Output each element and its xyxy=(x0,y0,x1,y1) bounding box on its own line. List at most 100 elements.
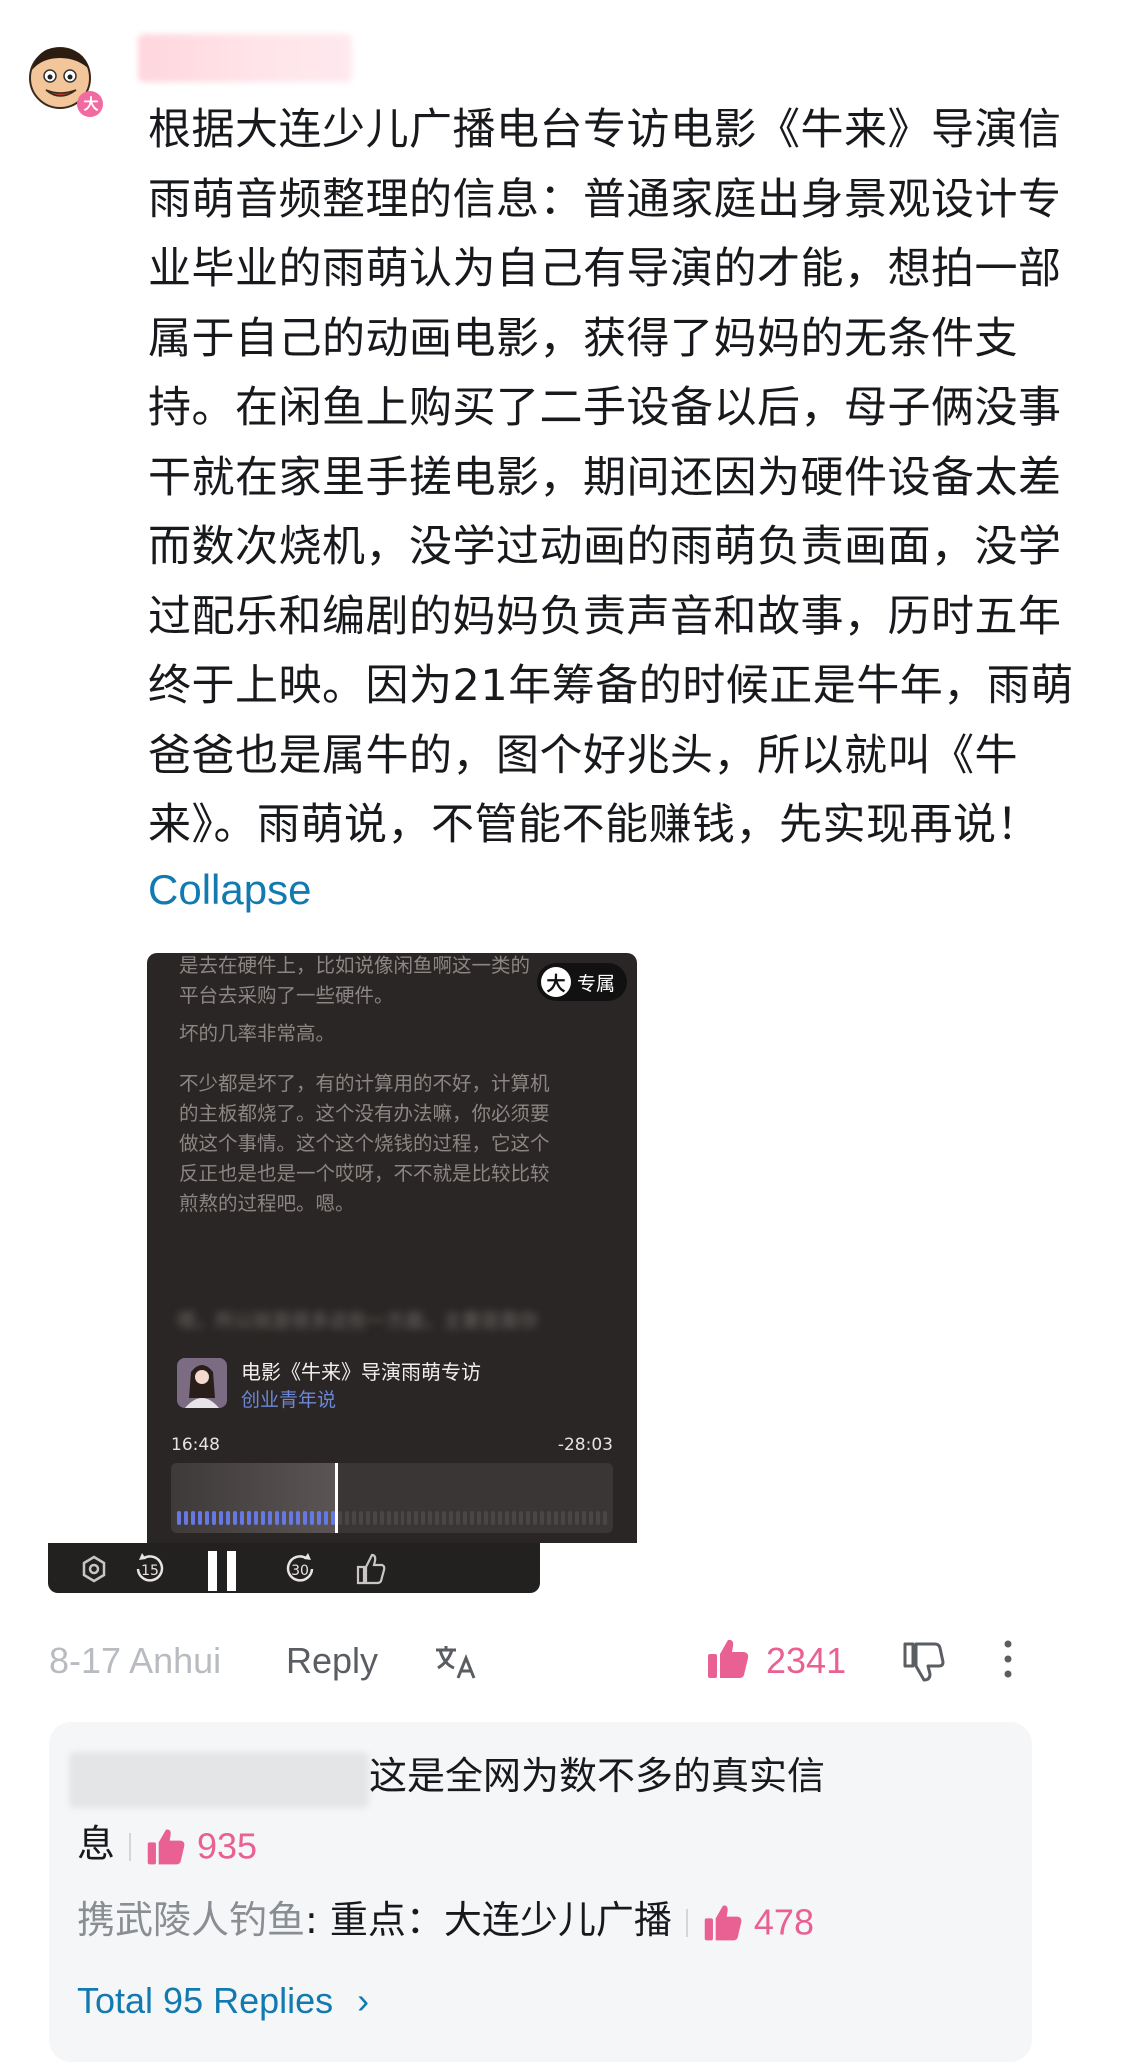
time-elapsed: 16:48 xyxy=(171,1435,220,1455)
waveform-bar xyxy=(253,1511,258,1525)
waveform-bar xyxy=(463,1511,468,1525)
waveform-bar xyxy=(477,1511,482,1525)
waveform-bar xyxy=(281,1511,286,1525)
episode-info: 电影《牛来》导演雨萌专访 创业青年说 xyxy=(177,1358,481,1414)
waveform-bar xyxy=(211,1511,216,1525)
transcript-line: 不少都是坏了，有的计算用的不好，计算机 的主板都烧了。这个没有办法嘛，你必须要 … xyxy=(179,1072,550,1215)
like-icon[interactable] xyxy=(705,1636,751,1682)
waveform-bar xyxy=(421,1511,426,1525)
waveform-bar xyxy=(547,1511,552,1525)
more-icon[interactable] xyxy=(996,1636,1020,1682)
reply-text: 这是全网为数不多的真实信 xyxy=(369,1754,826,1798)
waveform-bar xyxy=(351,1511,356,1525)
reply-author[interactable]: 携武陵人钓鱼 xyxy=(77,1898,305,1942)
like-count: 2341 xyxy=(766,1640,847,1681)
waveform-bar xyxy=(218,1511,223,1525)
transcript-line: 坏的几率非常高。 xyxy=(179,1022,336,1045)
waveform-bar xyxy=(232,1511,237,1525)
comment-line: 属于自己的动画电影，获得了妈妈的无条件支 xyxy=(148,313,1018,364)
waveform-bar xyxy=(456,1511,461,1525)
waveform-bar xyxy=(519,1511,524,1525)
waveform-bar xyxy=(568,1511,573,1525)
video-card[interactable]: 是去在硬件上，比如说像闲鱼啊这一类的 平台去采购了一些硬件。 坏的几率非常高。 … xyxy=(147,953,637,1543)
waveform-bar xyxy=(246,1511,251,1525)
time-remaining: -28:03 xyxy=(557,1435,613,1455)
progress-scrubber[interactable] xyxy=(171,1463,613,1533)
waveform-bar xyxy=(372,1511,377,1525)
reply-like-icon[interactable] xyxy=(702,1902,744,1944)
divider xyxy=(685,1908,688,1937)
comment-line: 来》。雨萌说，不管能不能赚钱，先实现再说！ xyxy=(148,800,1040,850)
waveform-bar xyxy=(589,1511,594,1525)
waveform-bar xyxy=(526,1511,531,1525)
video-controls: 15 30 xyxy=(48,1543,540,1593)
waveform-bar xyxy=(197,1511,202,1525)
waveform-bar xyxy=(498,1511,503,1525)
reply-author-redacted[interactable] xyxy=(69,1752,369,1808)
waveform-bar xyxy=(561,1511,566,1525)
waveform-bar xyxy=(295,1511,300,1525)
waveform-bar xyxy=(183,1511,188,1525)
waveform-bar xyxy=(575,1511,580,1525)
reply-item[interactable]: 携武陵人钓鱼: 重点：大连少儿广播 478 xyxy=(77,1886,814,1957)
transcript-blurred: 嗯，所以就是很多这些一方面，主要是靠你 xyxy=(177,1310,539,1332)
waveform-bar xyxy=(330,1511,335,1525)
waveform-bar xyxy=(435,1511,440,1525)
waveform-bar xyxy=(540,1511,545,1525)
waveform-bar xyxy=(414,1511,419,1525)
username-redacted[interactable] xyxy=(138,34,352,82)
waveform-bar xyxy=(512,1511,517,1525)
waveform-bar xyxy=(386,1511,391,1525)
comment-line: 终于上映。因为21年筹备的时候正是牛年，雨萌 xyxy=(148,661,1074,711)
settings-icon[interactable] xyxy=(72,1547,116,1591)
comment-line: 而数次烧机，没学过动画的雨萌负责画面，没学 xyxy=(148,522,1062,572)
waveform-bar xyxy=(323,1511,328,1525)
waveform-bar xyxy=(358,1511,363,1525)
waveform-bar xyxy=(190,1511,195,1525)
reply-item[interactable]: 息 935 xyxy=(77,1810,257,1881)
chevron-right-icon: › xyxy=(357,1980,370,2021)
reply-like-icon[interactable] xyxy=(145,1826,187,1868)
waveform-bar xyxy=(267,1511,272,1525)
thumbs-up-icon[interactable] xyxy=(348,1547,392,1591)
waveform-bar xyxy=(491,1511,496,1525)
divider xyxy=(129,1832,132,1861)
total-replies-link[interactable]: Total 95 Replies › xyxy=(77,1980,369,2022)
replies-box: 这是全网为数不多的真实信 息 935 携武陵人钓鱼: 重点：大连少儿广播 478 T… xyxy=(49,1722,1032,2062)
badge-logo-icon: 大 xyxy=(540,967,571,997)
episode-thumbnail xyxy=(177,1358,227,1408)
reply-text: 息 xyxy=(77,1822,116,1866)
total-replies-label: Total 95 Replies xyxy=(77,1980,334,2021)
reply-like-count: 478 xyxy=(753,1901,814,1943)
dislike-icon[interactable] xyxy=(900,1638,946,1684)
waveform-bar xyxy=(484,1511,489,1525)
badge-label: 专属 xyxy=(576,972,615,995)
waveform-bar xyxy=(365,1511,370,1525)
waveform-bar xyxy=(442,1511,447,1525)
collapse-link[interactable]: Collapse xyxy=(148,866,311,914)
waveform-bar xyxy=(554,1511,559,1525)
waveform-bar xyxy=(603,1511,608,1525)
forward-30-icon[interactable]: 30 xyxy=(278,1547,322,1591)
waveform xyxy=(177,1511,608,1525)
comment-body: 根据大连少儿广播电台专访电影《牛来》导演信 雨萌音频整理的信息：普通家庭出身景观设… xyxy=(148,96,1100,861)
comment-line: 根据大连少儿广播电台专访电影《牛来》导演信 xyxy=(148,105,1062,155)
waveform-bar xyxy=(225,1511,230,1525)
channel-name[interactable]: 创业青年说 xyxy=(241,1386,481,1414)
waveform-bar xyxy=(533,1511,538,1525)
svg-text:30: 30 xyxy=(291,1563,309,1579)
waveform-bar xyxy=(260,1511,265,1525)
waveform-bar xyxy=(337,1511,342,1525)
exclusive-badge: 大 专属 xyxy=(536,963,627,1001)
avatar-badge: 大 xyxy=(83,95,99,113)
comment-date-location: 8-17 Anhui xyxy=(49,1640,222,1681)
avatar[interactable]: 大 xyxy=(24,40,104,120)
reply-button[interactable]: Reply xyxy=(286,1640,378,1682)
rewind-15-icon[interactable]: 15 xyxy=(128,1547,172,1591)
waveform-bar xyxy=(582,1511,587,1525)
waveform-bar xyxy=(288,1511,293,1525)
waveform-bar xyxy=(505,1511,510,1525)
waveform-bar xyxy=(344,1511,349,1525)
translate-icon[interactable] xyxy=(432,1640,480,1684)
pause-icon[interactable] xyxy=(200,1547,244,1591)
